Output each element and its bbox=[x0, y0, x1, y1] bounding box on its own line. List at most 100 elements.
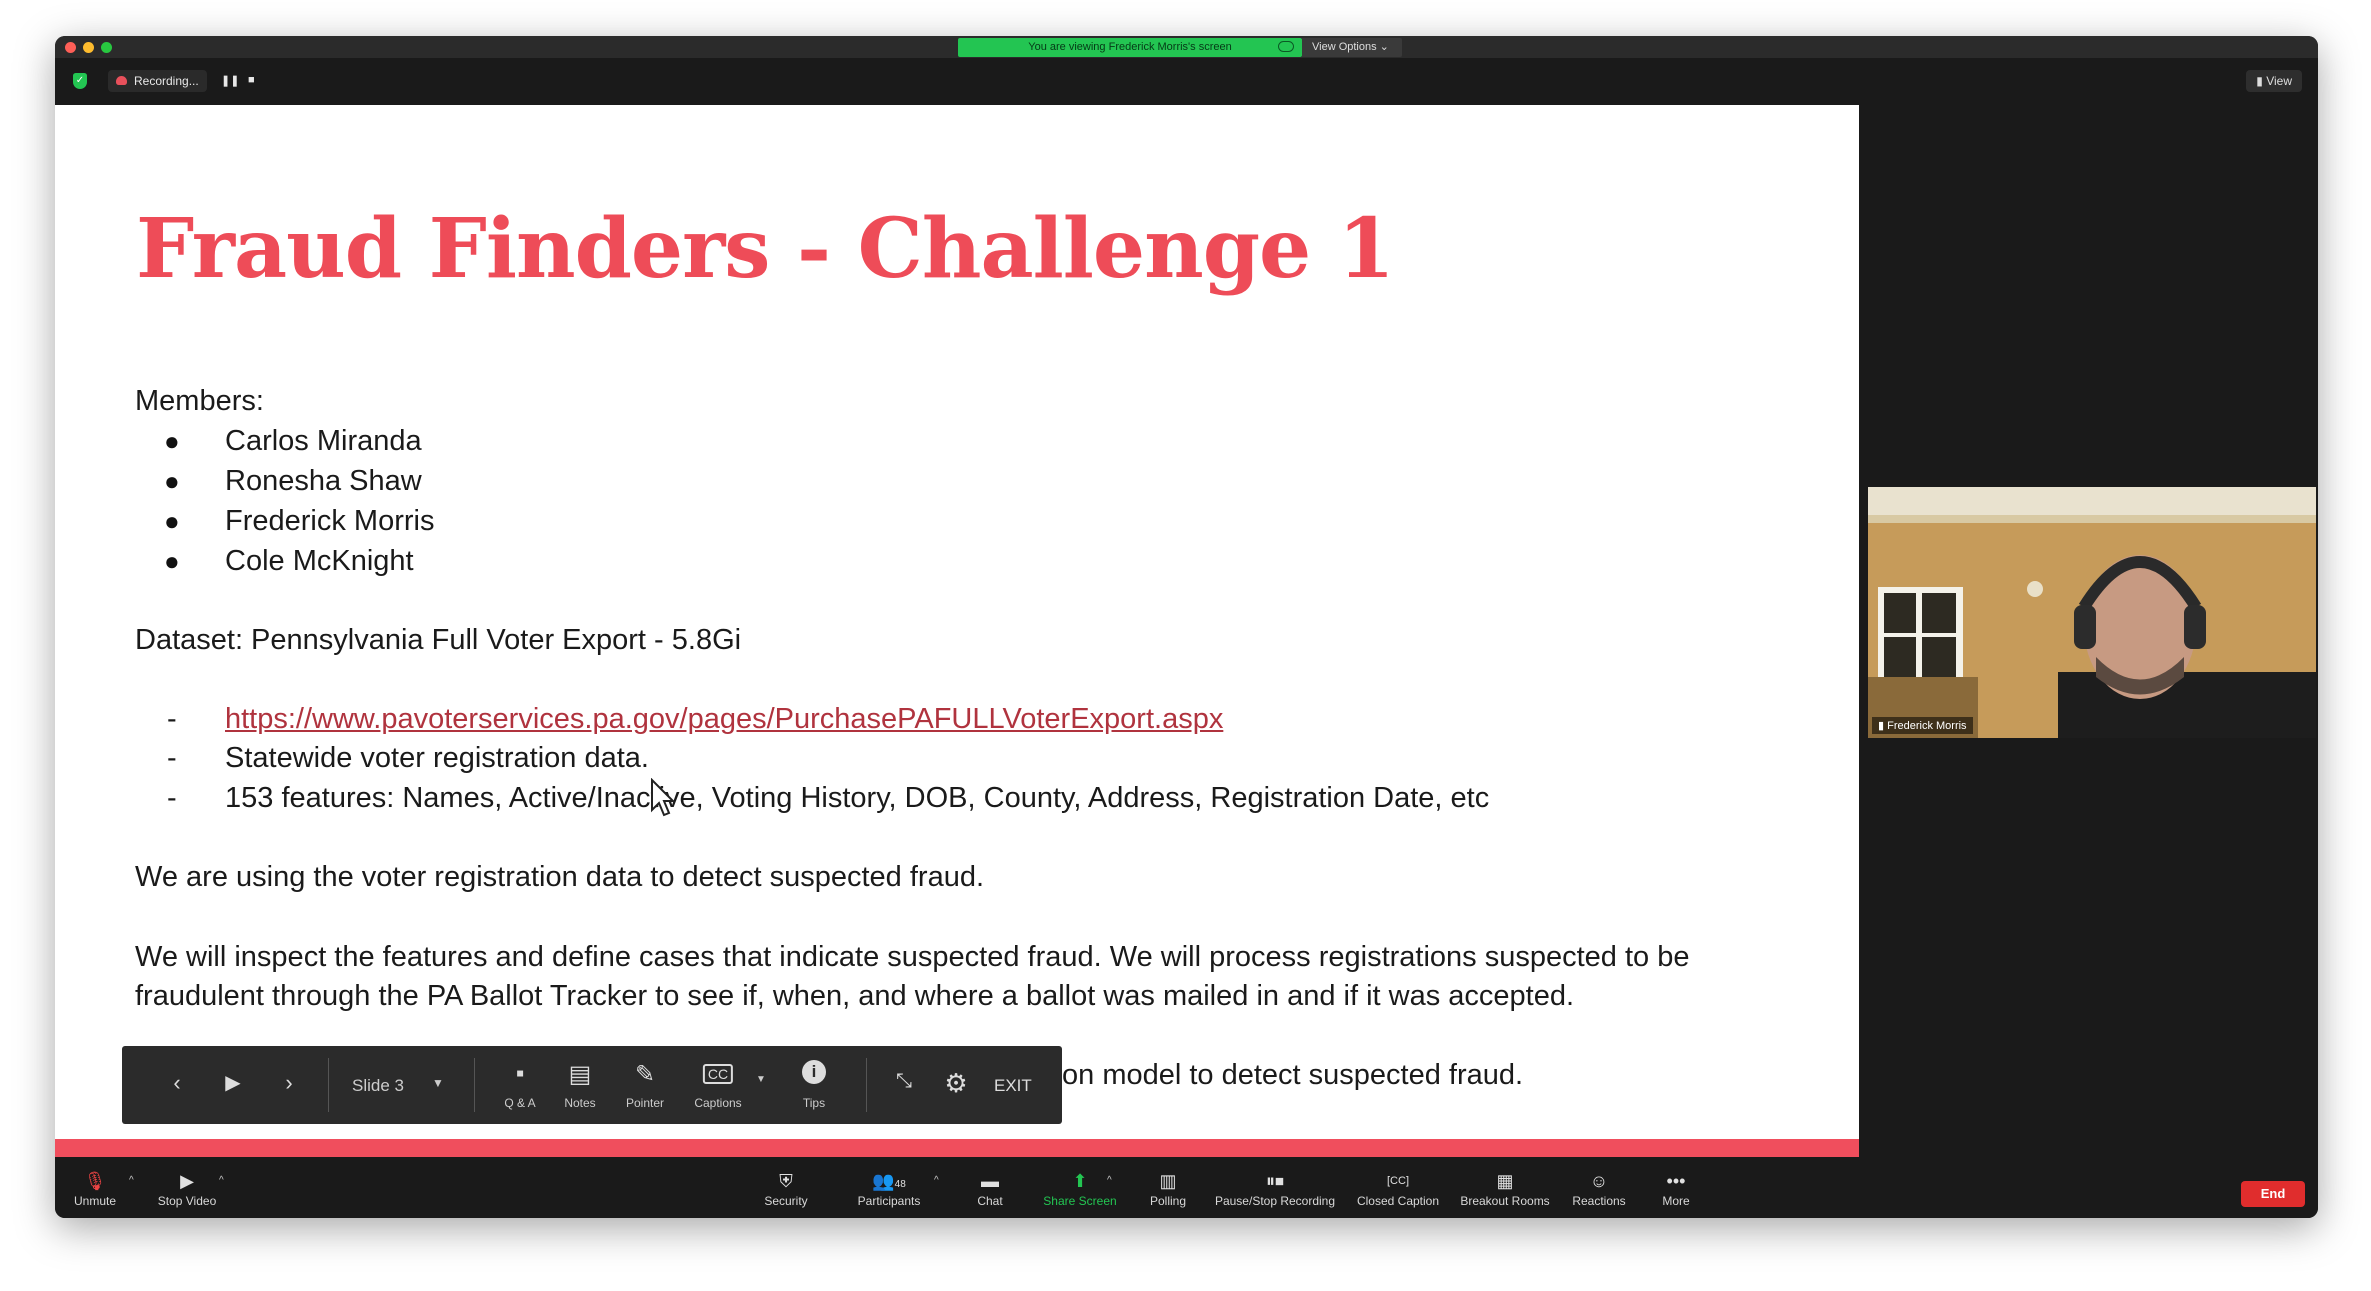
tips-button[interactable]: i Tips bbox=[784, 1046, 844, 1124]
shared-slide: Fraud Finders - Challenge 1 Members: ● C… bbox=[55, 105, 1859, 1157]
chat-button[interactable]: ▬ Chat bbox=[965, 1165, 1015, 1218]
unmute-label: Unmute bbox=[73, 1194, 117, 1208]
captions-label: Captions bbox=[694, 1096, 742, 1110]
captions-button[interactable]: CC Captions bbox=[680, 1046, 756, 1124]
dash-bullet: - bbox=[167, 742, 177, 774]
exit-fullscreen-button[interactable]: ⤡ bbox=[884, 1046, 924, 1124]
play-icon: ▶ bbox=[225, 1072, 241, 1094]
participants-button[interactable]: 👥48 Participants bbox=[849, 1165, 929, 1218]
qa-label: Q & A bbox=[504, 1096, 536, 1110]
qa-button[interactable]: ▪ Q & A bbox=[490, 1046, 550, 1124]
member-item: Ronesha Shaw bbox=[225, 465, 422, 497]
previous-slide-button[interactable]: ‹ bbox=[162, 1046, 192, 1124]
recording-label: Recording... bbox=[134, 74, 199, 88]
participant-name-tag: ▮ Frederick Morris bbox=[1872, 717, 1973, 734]
bullet-icon: ● bbox=[164, 546, 180, 576]
dataset-link[interactable]: https://www.pavoterservices.pa.gov/pages… bbox=[225, 703, 1223, 736]
maximize-window-button[interactable] bbox=[101, 42, 112, 53]
participants-icon: 👥48 bbox=[872, 1171, 906, 1191]
viewing-screen-banner: You are viewing Frederick Morris's scree… bbox=[958, 38, 1302, 57]
tips-label: Tips bbox=[802, 1096, 826, 1110]
stop-video-button[interactable]: ▶ Stop Video bbox=[151, 1165, 223, 1218]
participant-name: Frederick Morris bbox=[1887, 720, 1967, 732]
notes-label: Notes bbox=[564, 1096, 596, 1110]
chat-bubble-icon: ▬ bbox=[981, 1171, 999, 1191]
info-icon: i bbox=[802, 1060, 826, 1084]
security-label: Security bbox=[764, 1194, 808, 1208]
slide-select-label: Slide 3 bbox=[352, 1076, 404, 1095]
breakout-label: Breakout Rooms bbox=[1460, 1194, 1550, 1208]
bullet-icon: ● bbox=[164, 466, 180, 496]
member-item: Frederick Morris bbox=[225, 505, 435, 537]
end-meeting-button[interactable]: End bbox=[2241, 1181, 2305, 1207]
paragraph-2-line-1: We will inspect the features and define … bbox=[135, 941, 1690, 973]
recording-indicator[interactable]: Recording... bbox=[108, 70, 207, 92]
pause-recording-icon[interactable]: ❚❚ bbox=[221, 74, 239, 87]
notes-icon: ▤ bbox=[568, 1061, 592, 1088]
closed-captions-icon: CC bbox=[702, 1064, 734, 1084]
audio-options-caret-icon[interactable]: ^ bbox=[129, 1175, 134, 1186]
participants-count: 48 bbox=[894, 1179, 906, 1190]
close-window-button[interactable] bbox=[65, 42, 76, 53]
dash-bullet: - bbox=[167, 782, 177, 814]
share-screen-button[interactable]: ⬆ Share Screen bbox=[1037, 1165, 1123, 1218]
pointer-button[interactable]: ✎ Pointer bbox=[612, 1046, 678, 1124]
polling-button[interactable]: ▥ Polling bbox=[1143, 1165, 1193, 1218]
title-bar: You are viewing Frederick Morris's scree… bbox=[55, 36, 2318, 58]
stop-video-label: Stop Video bbox=[157, 1194, 217, 1208]
slide-select[interactable]: Slide 3 ▼ bbox=[336, 1046, 456, 1124]
video-options-caret-icon[interactable]: ^ bbox=[219, 1175, 224, 1186]
share-options-caret-icon[interactable]: ^ bbox=[1107, 1175, 1112, 1186]
breakout-rooms-button[interactable]: ▦ Breakout Rooms bbox=[1457, 1165, 1553, 1218]
caret-down-icon: ▼ bbox=[432, 1076, 444, 1090]
stop-recording-icon[interactable]: ■ bbox=[248, 74, 255, 86]
notes-button[interactable]: ▤ Notes bbox=[550, 1046, 610, 1124]
reactions-label: Reactions bbox=[1572, 1194, 1626, 1208]
paragraph-3-partial: on model to detect suspected fraud. bbox=[1062, 1059, 1524, 1091]
reactions-button[interactable]: ☺ Reactions bbox=[1567, 1165, 1631, 1218]
participants-label: Participants bbox=[857, 1194, 921, 1208]
closed-caption-button[interactable]: [CC] Closed Caption bbox=[1353, 1165, 1443, 1218]
muted-microphone-icon: 🎙 bbox=[83, 1171, 107, 1191]
participant-video-frame bbox=[1868, 487, 2316, 738]
participant-video-tile[interactable]: ▮ Frederick Morris bbox=[1868, 487, 2316, 738]
encryption-shield-icon[interactable]: ✓ bbox=[73, 73, 87, 89]
signal-bars-icon: ▮ bbox=[1878, 720, 1888, 732]
dataset-item: Statewide voter registration data. bbox=[225, 742, 649, 774]
play-button[interactable]: ▶ bbox=[218, 1046, 248, 1124]
slide-title: Fraud Finders - Challenge 1 bbox=[136, 201, 1395, 297]
chat-label: Chat bbox=[977, 1194, 1003, 1208]
grid-icon: ▦ bbox=[1496, 1171, 1514, 1191]
security-button[interactable]: ⛨ Security bbox=[752, 1165, 820, 1218]
view-label: View bbox=[2266, 74, 2292, 88]
dataset-line: Dataset: Pennsylvania Full Voter Export … bbox=[135, 624, 742, 656]
paragraph-1: We are using the voter registration data… bbox=[135, 861, 985, 893]
view-layout-button[interactable]: ▮ View bbox=[2246, 70, 2302, 92]
captions-caret-icon[interactable]: ▼ bbox=[756, 1074, 766, 1085]
more-label: More bbox=[1662, 1194, 1690, 1208]
separator bbox=[474, 1058, 475, 1112]
members-label: Members: bbox=[135, 385, 264, 417]
chevron-right-icon: › bbox=[285, 1070, 293, 1095]
pause-stop-recording-button[interactable]: ⏸⏹ Pause/Stop Recording bbox=[1210, 1165, 1340, 1218]
slide-footer-bar bbox=[55, 1139, 1859, 1157]
bullet-icon: ● bbox=[164, 426, 180, 456]
video-camera-icon: ▶ bbox=[180, 1171, 194, 1191]
more-button[interactable]: ••• More bbox=[1651, 1165, 1701, 1218]
next-slide-button[interactable]: › bbox=[274, 1046, 304, 1124]
shield-icon: ⛨ bbox=[779, 1171, 793, 1191]
minimize-window-button[interactable] bbox=[83, 42, 94, 53]
cloud-icon bbox=[1278, 41, 1294, 52]
dash-bullet: - bbox=[167, 703, 177, 735]
separator bbox=[866, 1058, 867, 1112]
pen-pointer-icon: ✎ bbox=[634, 1061, 656, 1088]
unmute-button[interactable]: 🎙 Unmute bbox=[65, 1165, 125, 1218]
participants-caret-icon[interactable]: ^ bbox=[934, 1175, 939, 1186]
exit-presentation-button[interactable]: EXIT bbox=[984, 1046, 1048, 1124]
meeting-top-bar: ✓ Recording... ❚❚ ■ ▮ View bbox=[55, 58, 2318, 105]
separator bbox=[328, 1058, 329, 1112]
settings-button[interactable]: ⚙ bbox=[936, 1046, 976, 1124]
chevron-left-icon: ‹ bbox=[173, 1070, 181, 1095]
view-options-button[interactable]: View Options ⌄ bbox=[1302, 38, 1402, 57]
mouse-pointer-icon bbox=[651, 778, 676, 817]
